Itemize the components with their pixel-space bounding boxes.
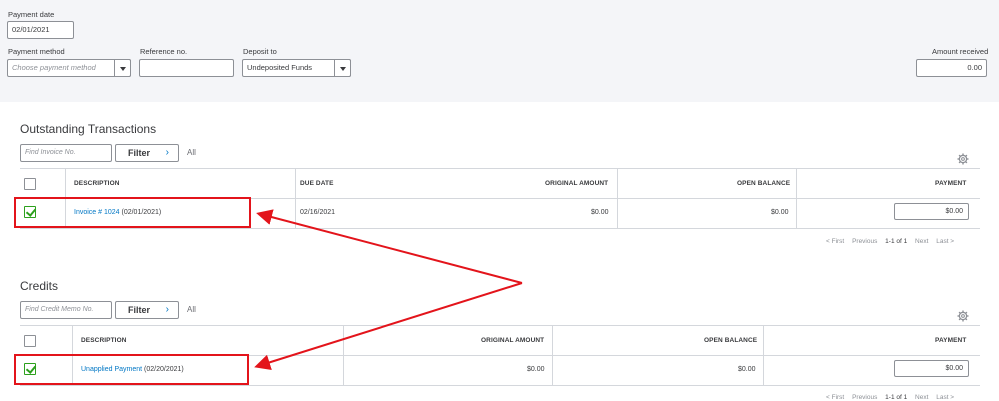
filter-button-label: Filter <box>128 148 151 158</box>
filter-button[interactable]: Filter › <box>115 301 179 319</box>
annotation-box-credit <box>14 354 249 385</box>
pager-previous[interactable]: Previous <box>852 238 877 245</box>
pager-first[interactable]: < First <box>826 238 844 245</box>
gear-icon[interactable] <box>957 153 969 165</box>
pagination: < First Previous 1-1 of 1 Next Last > <box>826 394 954 401</box>
pager-first[interactable]: < First <box>826 394 844 401</box>
column-divider <box>617 168 618 228</box>
column-header-original-amount[interactable]: ORIGINAL AMOUNT <box>545 180 608 187</box>
caret-down-icon[interactable] <box>334 59 351 77</box>
column-header-payment: PAYMENT <box>935 180 967 187</box>
amount-received-input[interactable]: 0.00 <box>916 59 987 77</box>
find-invoice-input[interactable]: Find Invoice No. <box>20 144 112 162</box>
deposit-to-value: Undeposited Funds <box>247 63 313 72</box>
amount-received-label: Amount received <box>932 47 989 56</box>
payment-date-field[interactable]: 02/01/2021 <box>7 21 74 39</box>
pager-next[interactable]: Next <box>915 394 928 401</box>
reference-no-label: Reference no. <box>140 47 188 56</box>
reference-no-input[interactable] <box>139 59 234 77</box>
select-all-checkbox[interactable] <box>24 178 36 190</box>
column-header-payment: PAYMENT <box>935 337 967 344</box>
select-all-checkbox[interactable] <box>24 335 36 347</box>
column-divider <box>295 168 296 228</box>
column-header-description[interactable]: DESCRIPTION <box>74 180 120 187</box>
pager-last[interactable]: Last > <box>936 238 954 245</box>
pager-range: 1-1 of 1 <box>885 238 908 245</box>
pager-range: 1-1 of 1 <box>885 394 908 401</box>
pagination: < First Previous 1-1 of 1 Next Last > <box>826 238 954 245</box>
payment-method-select[interactable]: Choose payment method <box>7 59 131 77</box>
chevron-right-icon: › <box>165 304 169 315</box>
find-credit-memo-input[interactable]: Find Credit Memo No. <box>20 301 112 319</box>
column-divider <box>796 168 797 228</box>
payment-method-label: Payment method <box>8 47 65 56</box>
chevron-right-icon: › <box>165 147 169 158</box>
table-bottom-border <box>20 228 980 229</box>
all-filter-link[interactable]: All <box>187 305 196 314</box>
payment-method-placeholder: Choose payment method <box>12 63 96 72</box>
row-due-date: 02/16/2021 <box>300 209 336 216</box>
filter-button[interactable]: Filter › <box>115 144 179 162</box>
table-top-border <box>20 168 980 169</box>
payment-amount-input[interactable]: $0.00 <box>894 360 969 377</box>
outstanding-transactions-title: Outstanding Transactions <box>20 122 157 136</box>
row-original-amount: $0.00 <box>527 366 545 373</box>
filter-button-label: Filter <box>128 305 151 315</box>
column-header-description[interactable]: DESCRIPTION <box>81 337 127 344</box>
credits-title: Credits <box>20 279 59 293</box>
column-header-open-balance[interactable]: OPEN BALANCE <box>704 337 757 344</box>
all-filter-link[interactable]: All <box>187 148 196 157</box>
table-bottom-border <box>20 385 980 386</box>
column-divider <box>763 325 764 385</box>
gear-icon[interactable] <box>957 310 969 322</box>
column-header-open-balance[interactable]: OPEN BALANCE <box>737 180 790 187</box>
row-original-amount: $0.00 <box>591 209 609 216</box>
payment-header-panel: Payment date 02/01/2021 Payment method C… <box>0 0 999 102</box>
table-top-border <box>20 325 980 326</box>
pager-next[interactable]: Next <box>915 238 928 245</box>
caret-down-icon[interactable] <box>114 59 131 77</box>
column-header-original-amount[interactable]: ORIGINAL AMOUNT <box>481 337 544 344</box>
pager-previous[interactable]: Previous <box>852 394 877 401</box>
deposit-to-label: Deposit to <box>243 47 277 56</box>
row-open-balance: $0.00 <box>771 209 789 216</box>
pager-last[interactable]: Last > <box>936 394 954 401</box>
row-open-balance: $0.00 <box>738 366 756 373</box>
column-divider <box>343 325 344 385</box>
column-divider <box>552 325 553 385</box>
payment-amount-input[interactable]: $0.00 <box>894 203 969 220</box>
deposit-to-select[interactable]: Undeposited Funds <box>242 59 351 77</box>
column-header-due-date[interactable]: DUE DATE <box>300 180 334 187</box>
annotation-box-invoice <box>14 197 251 228</box>
payment-date-label: Payment date <box>8 10 55 19</box>
